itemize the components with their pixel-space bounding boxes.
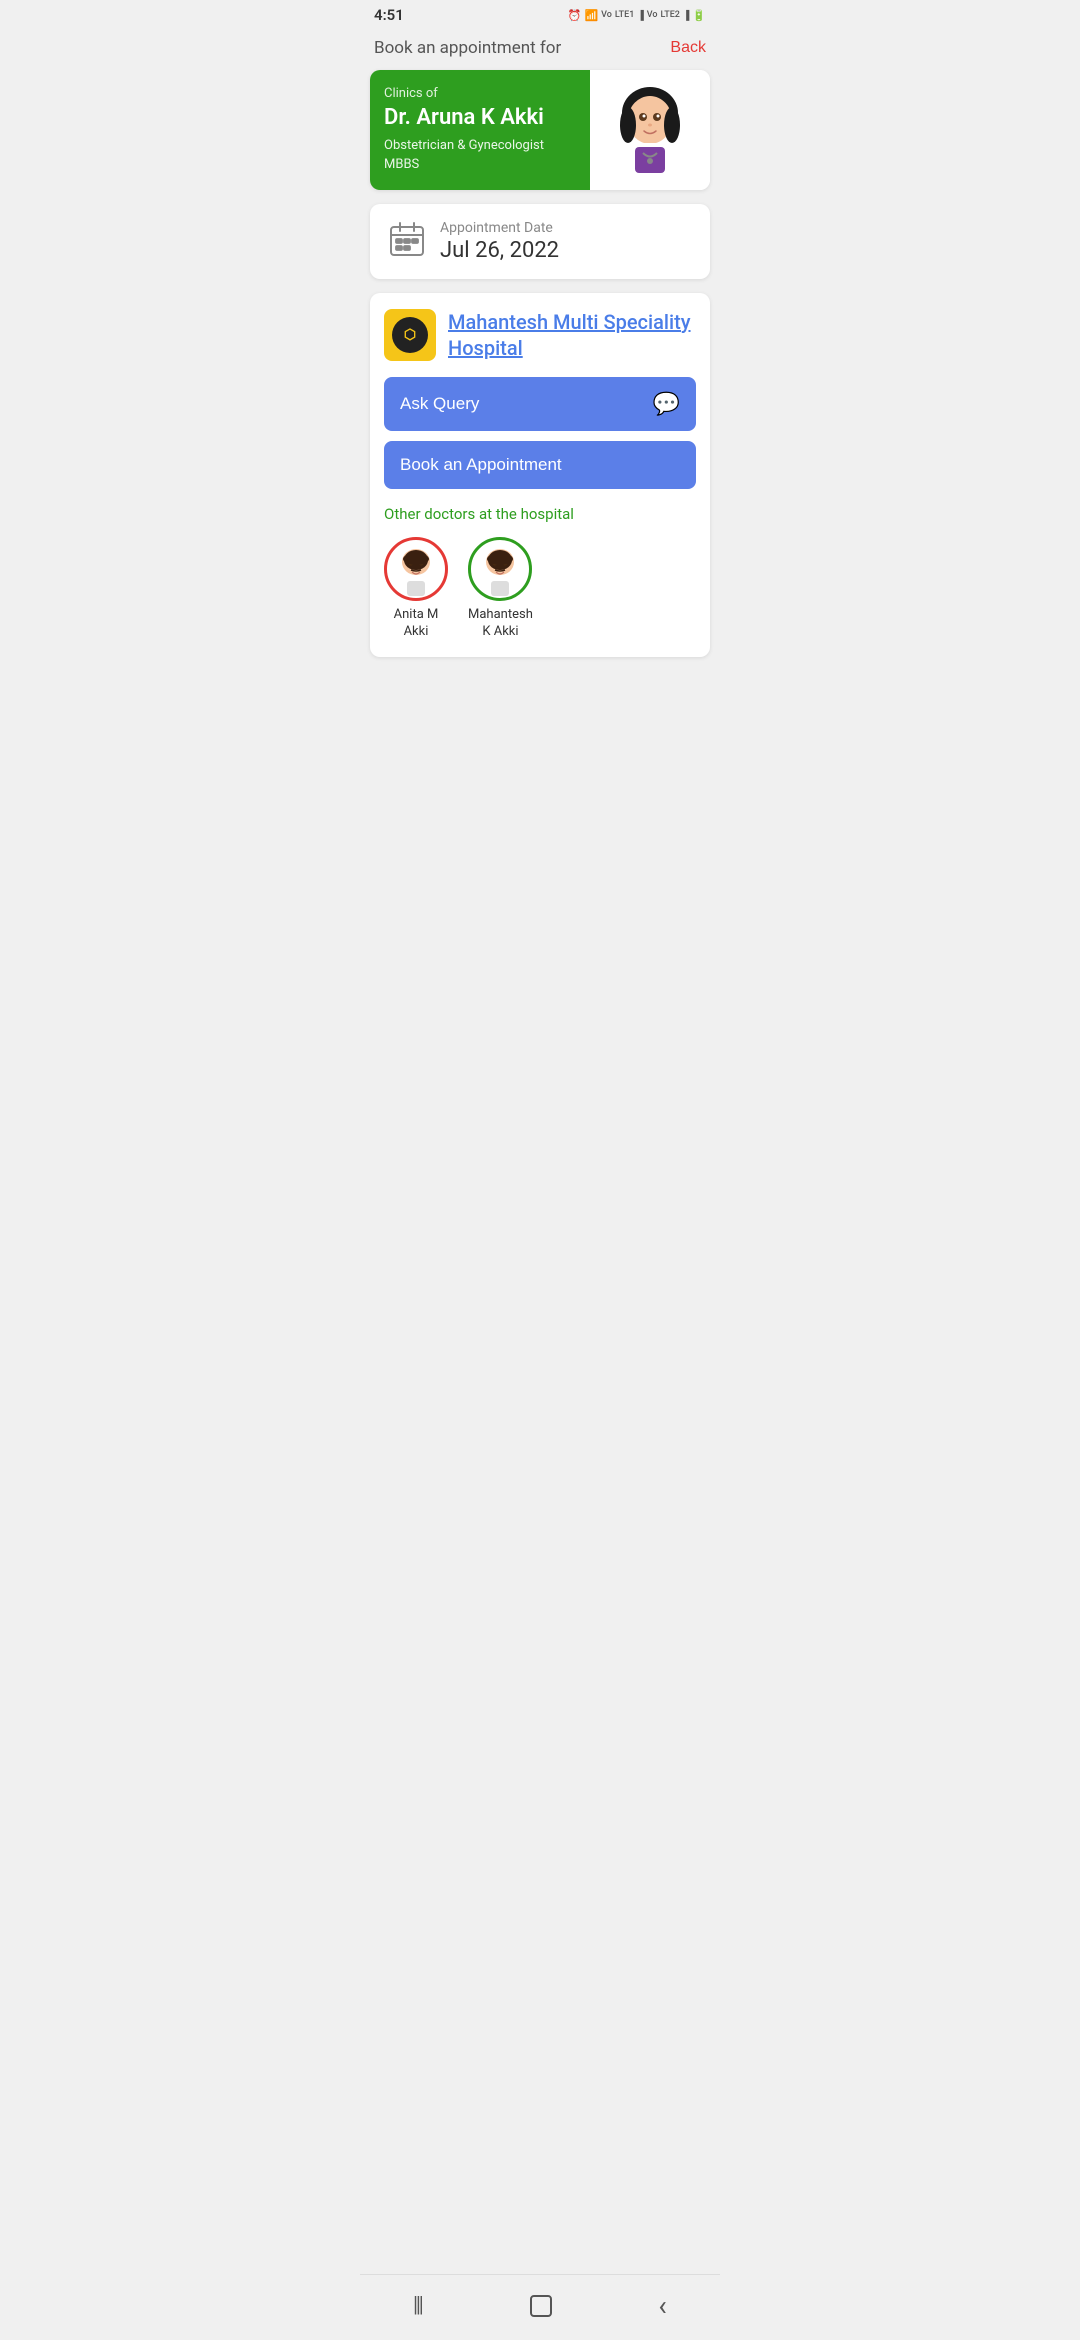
status-icons: ⏰ 📶 Vo LTE1 ▐ Vo LTE2 ▐ 🔋 — [568, 9, 706, 22]
status-time: 4:51 — [374, 6, 404, 24]
doctor-avatar-anita — [384, 537, 448, 601]
calendar-icon — [388, 220, 426, 262]
lte2-label: Vo — [647, 10, 658, 20]
home-button[interactable] — [530, 2295, 552, 2317]
alarm-icon: ⏰ — [568, 9, 582, 22]
back-button[interactable]: Back — [670, 39, 706, 57]
page-title: Book an appointment for — [374, 38, 561, 58]
doctor-card: Clinics of Dr. Aruna K Akki Obstetrician… — [370, 70, 710, 190]
battery-icon: 🔋 — [692, 9, 706, 22]
hospital-header: ⬡ Mahantesh Multi Speciality Hospital — [384, 309, 696, 361]
wifi-icon: 📶 — [584, 9, 598, 22]
other-doctors-list: Anita MAkki MahanteshK Akki — [384, 537, 696, 641]
anita-avatar-svg — [389, 542, 443, 596]
lte1-icon: Vo — [601, 10, 612, 20]
doctor-name: Dr. Aruna K Akki — [384, 105, 576, 131]
doctor-avatar-svg — [605, 85, 695, 175]
hospital-logo: ⬡ — [384, 309, 436, 361]
back-nav-button[interactable]: ‹ — [658, 2289, 666, 2322]
other-doctor-item[interactable]: MahanteshK Akki — [468, 537, 533, 641]
hospital-card: ⬡ Mahantesh Multi Speciality Hospital As… — [370, 293, 710, 657]
anita-doctor-name: Anita MAkki — [394, 607, 439, 641]
appointment-date-value: Jul 26, 2022 — [440, 238, 559, 263]
recent-apps-button[interactable]: ⦀ — [413, 2292, 424, 2320]
appointment-date-card: Appointment Date Jul 26, 2022 — [370, 204, 710, 279]
signal2-icon: ▐ — [683, 10, 689, 21]
doctor-avatar-mahantesh — [468, 537, 532, 601]
other-doctors-label: Other doctors at the hospital — [384, 505, 696, 523]
mahantesh-avatar-svg — [473, 542, 527, 596]
doctor-avatar-emoji — [603, 82, 698, 177]
date-info: Appointment Date Jul 26, 2022 — [440, 220, 559, 263]
signal1-icon: ▐ — [637, 10, 643, 21]
header: Book an appointment for Back — [360, 28, 720, 70]
doctor-card-avatar — [590, 70, 710, 190]
hospital-logo-inner: ⬡ — [392, 317, 428, 353]
ask-query-label: Ask Query — [400, 394, 479, 414]
clinics-of-label: Clinics of — [384, 86, 576, 101]
appointment-date-label: Appointment Date — [440, 220, 559, 236]
nav-bar: ⦀ ‹ — [360, 2274, 720, 2340]
book-appointment-button[interactable]: Book an Appointment — [384, 441, 696, 489]
chat-icon: 💬 — [653, 391, 680, 417]
other-doctor-item[interactable]: Anita MAkki — [384, 537, 448, 641]
lte2-icon: LTE2 — [660, 10, 679, 20]
doctor-card-info: Clinics of Dr. Aruna K Akki Obstetrician… — [370, 70, 590, 190]
ask-query-button[interactable]: Ask Query 💬 — [384, 377, 696, 431]
hospital-name[interactable]: Mahantesh Multi Speciality Hospital — [448, 309, 696, 361]
mahantesh-doctor-name: MahanteshK Akki — [468, 607, 533, 641]
status-bar: 4:51 ⏰ 📶 Vo LTE1 ▐ Vo LTE2 ▐ 🔋 — [360, 0, 720, 28]
doctor-specialty: Obstetrician & Gynecologist MBBS — [384, 137, 576, 173]
logo-symbol: ⬡ — [404, 327, 416, 343]
lte-label-1: LTE1 — [615, 10, 634, 20]
